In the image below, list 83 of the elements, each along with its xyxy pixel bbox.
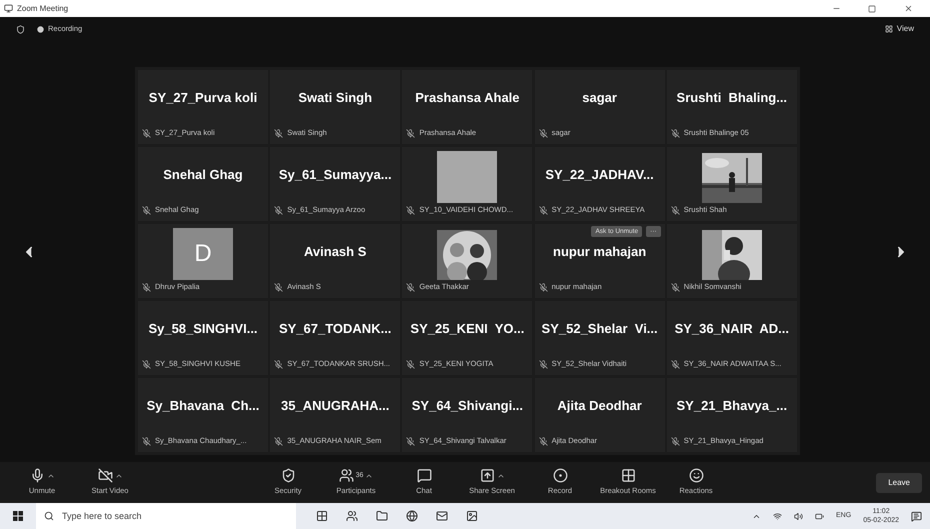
breakout-rooms-icon (620, 468, 636, 484)
mic-off-icon (142, 436, 151, 446)
app-icon (346, 510, 358, 522)
mic-off-icon (274, 206, 284, 214)
mic-off-icon (142, 128, 151, 138)
participant-name: SY_22_JADHAV... (545, 166, 654, 184)
taskbar-app-button[interactable] (406, 510, 418, 522)
window-title: Zoom Meeting (17, 2, 68, 14)
participant-name: 35_ANUGRAHA... (281, 397, 390, 416)
participant-name: SY_36_NAIR AD... (674, 320, 789, 338)
video-off-icon (98, 468, 112, 484)
mic-off-icon (274, 436, 284, 446)
app-icon (466, 510, 478, 522)
close-icon (904, 4, 912, 13)
mic-off-icon (406, 128, 416, 138)
participant-name: SY_21_Bhavya_... (676, 397, 788, 416)
windows-icon (13, 511, 23, 521)
app-icon (4, 4, 13, 13)
taskbar-app-button[interactable] (316, 510, 328, 522)
participants-icon (338, 468, 354, 484)
mic-off-icon (538, 282, 548, 292)
leave-button[interactable]: Leave (876, 472, 922, 492)
mic-off-icon (274, 128, 284, 138)
avatar: D (173, 228, 233, 280)
mic-off-icon (406, 436, 416, 446)
volume-icon[interactable] (794, 512, 804, 520)
taskbar-app-button[interactable] (436, 510, 448, 522)
share-screen-icon (480, 468, 494, 484)
taskbar-app-button[interactable] (346, 510, 358, 522)
battery-icon[interactable] (815, 512, 824, 520)
mic-off-icon (538, 206, 548, 214)
mic-off-icon (670, 282, 680, 292)
microphone-icon (30, 468, 44, 484)
chat-icon (416, 468, 432, 484)
mic-off-icon (670, 128, 680, 138)
mic-off-icon (406, 360, 416, 368)
mic-off-icon (142, 360, 151, 368)
participant-name: Sy_58_SINGHVI... (148, 320, 258, 338)
participant-name: Avinash S (304, 243, 366, 262)
participant-name: Sy_61_Sumayya... (278, 166, 392, 184)
mic-off-icon (670, 436, 680, 446)
notifications-icon[interactable] (911, 510, 922, 522)
grid-icon (884, 25, 893, 33)
mic-off-icon (538, 128, 548, 138)
app-icon (406, 510, 418, 522)
mic-off-icon (274, 282, 284, 292)
participant-name: SY_52_Shelar Vi... (542, 320, 658, 338)
view-button[interactable]: View (884, 23, 914, 35)
maximize-icon (868, 4, 876, 12)
mic-off-icon (670, 206, 680, 214)
wifi-icon[interactable] (773, 512, 782, 520)
participant-name: sagar (582, 89, 617, 108)
mic-off-icon (142, 282, 151, 292)
record-icon (552, 468, 568, 484)
participant-name: nupur mahajan (553, 243, 646, 262)
shield-icon (16, 24, 25, 34)
reactions-icon (688, 468, 704, 484)
app-icon (376, 510, 388, 522)
participant-name: Ajita Deodhar (557, 397, 642, 416)
participant-name: SY_67_TODANK... (278, 320, 392, 338)
participant-name: Prashansa Ahale (415, 89, 520, 108)
mic-off-icon (538, 360, 548, 368)
taskbar-app-button[interactable] (376, 510, 388, 522)
security-icon (280, 468, 296, 484)
mic-off-icon (406, 282, 416, 292)
video-off-tile (437, 151, 498, 203)
mic-off-icon (538, 436, 548, 446)
mic-off-icon (670, 360, 680, 368)
participant-name: SY_64_Shivangi... (412, 397, 524, 416)
participant-name: Snehal Ghag (163, 166, 243, 184)
app-icon (316, 510, 328, 522)
participant-name: SY_25_KENI YO... (410, 320, 524, 338)
taskbar-app-button[interactable] (466, 510, 478, 522)
mic-off-icon (274, 360, 284, 368)
participant-name: Sy_Bhavana Ch... (146, 397, 260, 416)
participant-name: Srushti Bhaling... (676, 89, 788, 108)
recording-icon (37, 26, 44, 32)
app-icon (436, 510, 448, 522)
search-icon (44, 511, 54, 521)
participant-name: SY_27_Purva koli (148, 89, 258, 108)
mic-off-icon (406, 206, 416, 214)
mic-off-icon (142, 206, 151, 214)
participant-name: Swati Singh (298, 89, 372, 108)
